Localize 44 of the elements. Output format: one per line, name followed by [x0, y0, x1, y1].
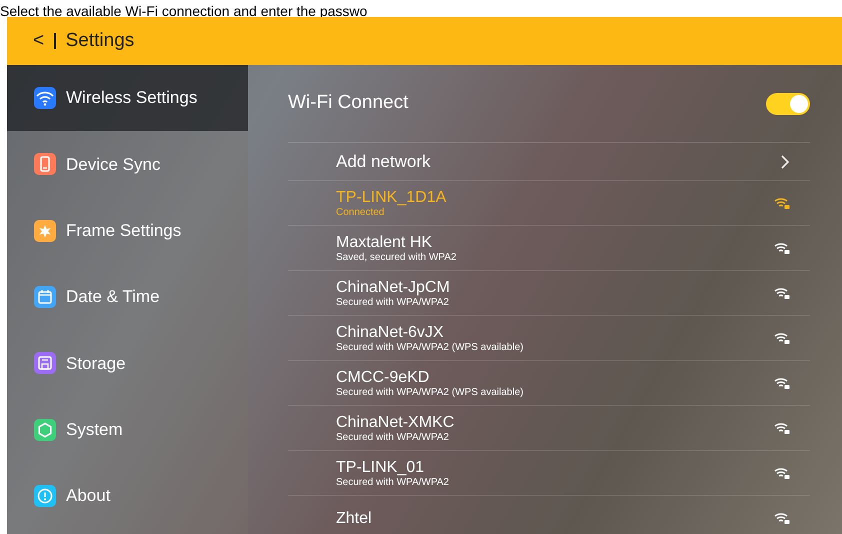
- network-name: ChinaNet-6vJX: [336, 322, 445, 342]
- sidebar-item[interactable]: System: [7, 396, 248, 463]
- sidebar-item[interactable]: Wireless Settings: [7, 65, 248, 132]
- locked-wifi-signal-icon: [774, 512, 790, 524]
- page-title: Settings: [66, 28, 134, 53]
- locked-wifi-signal-icon: [774, 242, 790, 254]
- locked-wifi-signal-icon: [774, 287, 790, 299]
- network-row[interactable]: ChinaNet-JpCM Secured with WPA/WPA2: [288, 271, 810, 316]
- locked-wifi-signal-icon: [774, 377, 790, 389]
- network-name: TP-LINK_1D1A: [336, 188, 446, 206]
- network-row[interactable]: CMCC-9eKD Secured with WPA/WPA2 (WPS available): [288, 361, 810, 406]
- sidebar-item[interactable]: Frame Settings: [7, 198, 248, 264]
- locked-wifi-signal-icon: [774, 332, 790, 344]
- locked-wifi-signal-icon: [774, 422, 790, 434]
- network-status: Secured with WPA/WPA2: [336, 296, 450, 308]
- network-status: Secured with WPA/WPA2: [336, 432, 450, 444]
- network-name: Maxtalent HK: [336, 232, 434, 252]
- network-name: ChinaNet-XMKC: [336, 412, 454, 432]
- network-name: ChinaNet-JpCM: [336, 278, 450, 296]
- locked-wifi-signal-icon: [774, 197, 790, 209]
- setting-label: Wi-Fi Connect: [288, 91, 408, 116]
- network-name: Zhtel: [336, 508, 372, 528]
- sidebar-item[interactable]: Device Sync: [7, 131, 248, 198]
- network-status: Secured with WPA/WPA2 (WPS available): [336, 342, 524, 354]
- network-name: CMCC-9eKD: [336, 368, 430, 386]
- sidebar-item[interactable]: About: [7, 462, 248, 530]
- caption-text: Select the available Wi-Fi connection and enter the passwo: [0, 3, 368, 20]
- toggle-switch[interactable]: [766, 92, 810, 114]
- network-status: Secured with WPA/WPA2: [336, 476, 449, 488]
- network-name: TP-LINK_01: [336, 458, 426, 476]
- sidebar-item[interactable]: Storage: [7, 330, 248, 396]
- network-status: Saved, secured with WPA2: [336, 252, 456, 264]
- network-row[interactable]: Maxtalent HK Saved, secured with WPA2: [288, 226, 810, 271]
- add-network-row[interactable]: Add network: [288, 143, 810, 181]
- network-row[interactable]: Zhtel: [288, 496, 810, 534]
- network-row[interactable]: TP-LINK_01 Secured with WPA/WPA2: [288, 451, 810, 496]
- locked-wifi-signal-icon: [774, 467, 790, 479]
- chevron-right-icon: [780, 154, 790, 170]
- sidebar-item[interactable]: Date & Time: [7, 264, 248, 330]
- network-status: Secured with WPA/WPA2 (WPS available): [336, 386, 524, 398]
- back-button[interactable]: <: [33, 26, 44, 56]
- network-row[interactable]: ChinaNet-6vJX Secured with WPA/WPA2 (WPS available): [288, 316, 810, 361]
- network-row[interactable]: ChinaNet-XMKC Secured with WPA/WPA2: [288, 406, 810, 451]
- network-status: Connected: [336, 206, 386, 218]
